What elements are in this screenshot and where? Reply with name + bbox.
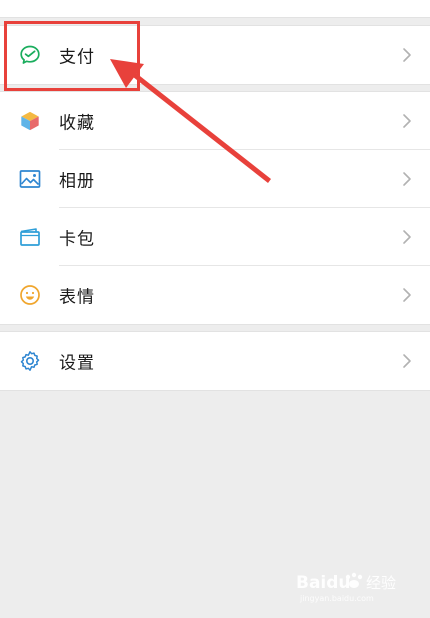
- menu-group-pay: 支付: [0, 25, 430, 85]
- menu-item-favorites-label: 收藏: [59, 113, 95, 134]
- menu-item-settings[interactable]: 设置: [0, 332, 430, 390]
- menu-item-stickers[interactable]: 表情: [0, 266, 430, 324]
- menu-item-album-label: 相册: [59, 171, 95, 192]
- menu-item-pay-label: 支付: [59, 47, 95, 68]
- chevron-right-icon: [402, 287, 412, 303]
- watermark-suffix: 经验: [366, 574, 396, 592]
- menu-group-main: 收藏 相册 卡包 表情: [0, 91, 430, 325]
- menu-item-settings-label: 设置: [59, 353, 95, 374]
- menu-item-pay[interactable]: 支付: [0, 26, 430, 84]
- smiley-icon: [18, 283, 42, 307]
- gear-icon: [18, 349, 42, 373]
- watermark-url: jingyan.baidu.com: [299, 594, 374, 603]
- menu-item-album[interactable]: 相册: [0, 150, 430, 208]
- menu-item-stickers-label: 表情: [59, 287, 95, 308]
- top-section-edge: [0, 0, 430, 18]
- chevron-right-icon: [402, 353, 412, 369]
- chevron-right-icon: [402, 113, 412, 129]
- menu-item-cards-label: 卡包: [59, 229, 95, 250]
- menu-group-settings: 设置: [0, 331, 430, 391]
- picture-icon: [18, 167, 42, 191]
- menu-item-favorites[interactable]: 收藏: [0, 92, 430, 150]
- chevron-right-icon: [402, 229, 412, 245]
- chevron-right-icon: [402, 47, 412, 63]
- baidu-watermark: Baidu 经验 jingyan.baidu.com: [296, 568, 406, 604]
- card-wallet-icon: [18, 225, 42, 249]
- menu-item-cards[interactable]: 卡包: [0, 208, 430, 266]
- pay-icon: [18, 43, 42, 67]
- cube-icon: [18, 109, 42, 133]
- watermark-brand: Baidu: [296, 573, 351, 593]
- chevron-right-icon: [402, 171, 412, 187]
